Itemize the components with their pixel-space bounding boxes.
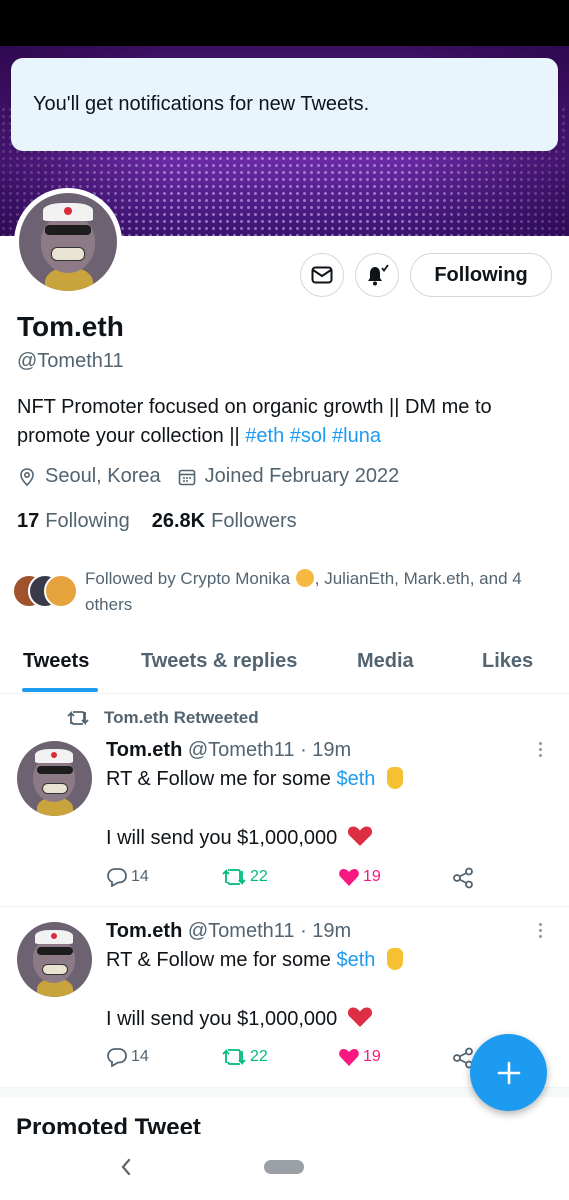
following-count-link[interactable]: 17 Following [17,510,130,533]
retweet-icon [67,710,89,726]
mail-icon [311,266,333,284]
more-icon[interactable] [536,742,544,757]
hashtag-link[interactable]: #sol [290,425,327,447]
share-button[interactable] [452,867,477,889]
follow-counts: 17 Following 26.8K Followers [17,510,297,533]
system-nav-bar [0,1134,569,1200]
tab-tweets[interactable]: Tweets [23,650,89,673]
cashtag-link[interactable]: $eth [336,768,375,790]
active-tab-indicator [22,688,98,692]
profile-name: Tom.eth [17,311,124,342]
tweet-author-handle[interactable]: @Tometh11 [188,920,295,942]
avatar [44,574,78,608]
profile-avatar[interactable] [14,188,122,296]
profile-tabs: Tweets Tweets & replies Media Likes [0,640,569,694]
location-text: Seoul, Korea [45,465,161,487]
tab-likes[interactable]: Likes [482,650,533,673]
followed-by-avatars [12,572,82,610]
status-bar [0,0,569,46]
toast-text: You'll get notifications for new Tweets. [33,93,370,115]
more-icon[interactable] [536,923,544,938]
followers-count: 26.8K [151,510,206,532]
tweet-author-name[interactable]: Tom.eth [106,739,182,761]
profile-bio: NFT Promoter focused on organic growth |… [17,393,557,451]
like-button[interactable]: 19 [338,867,381,887]
tweet-text: RT & Follow me for some $eth [106,767,403,791]
emoji-icon [295,569,314,587]
retweet-icon [222,868,246,886]
notification-toast: You'll get notifications for new Tweets. [11,58,558,151]
bell-check-icon [368,264,389,286]
hashtag-link[interactable]: #luna [332,425,381,447]
reply-icon [107,1048,127,1067]
tab-tweets-replies[interactable]: Tweets & replies [141,650,297,673]
heart-icon [339,868,359,886]
notifications-button[interactable] [355,253,399,297]
tweet-avatar[interactable] [17,922,92,997]
red-heart-emoji-icon [347,1007,372,1027]
cashtag-link[interactable]: $eth [336,949,375,971]
tweet-divider [0,906,569,907]
followers-count-link[interactable]: 26.8K Followers [152,510,297,533]
red-heart-emoji-icon [347,826,372,846]
tweet-time: · 19m [300,920,352,942]
tweet-avatar[interactable] [17,741,92,816]
reply-button[interactable]: 14 [106,867,149,887]
tweet-actions: 14 22 19 [106,867,486,891]
compose-plus-icon [497,1061,520,1084]
reply-button[interactable]: 14 [106,1047,149,1067]
retweet-context[interactable]: Tom.eth Retweeted [66,708,259,728]
tweet-author-handle[interactable]: @Tometh11 [188,739,295,761]
compose-tweet-button[interactable] [470,1034,547,1111]
nav-back-icon[interactable] [118,1154,134,1180]
tweet-actions: 14 22 19 [106,1047,486,1071]
joined-text: Joined February 2022 [204,465,400,487]
hashtag-link[interactable]: #eth [245,425,284,447]
reply-icon [107,868,127,887]
profile-handle: @Tometh11 [17,350,124,372]
tweet-text: I will send you $1,000,000 [106,1006,373,1031]
message-button[interactable] [300,253,344,297]
followed-by-text[interactable]: Followed by Crypto Monika , JulianEth, M… [85,566,555,618]
nav-home-pill[interactable] [264,1160,304,1174]
following-button[interactable]: Following [410,253,552,297]
tab-media[interactable]: Media [357,650,414,673]
share-icon [453,867,473,889]
heart-icon [339,1048,359,1066]
tweet-header: Tom.eth @Tometh11 · 19m [106,920,351,943]
location-pin-icon [20,467,34,486]
calendar-icon [178,469,195,485]
following-count: 17 [17,510,40,532]
tweet-time: · 19m [300,739,352,761]
tweet-text: RT & Follow me for some $eth [106,948,403,972]
tweet-author-name[interactable]: Tom.eth [106,920,182,942]
like-button[interactable]: 19 [338,1047,381,1067]
retweet-icon [222,1048,246,1066]
pointing-down-emoji-icon [386,767,403,789]
retweet-button[interactable]: 22 [221,867,268,887]
tweet-text: I will send you $1,000,000 [106,825,373,850]
pointing-down-emoji-icon [386,948,403,970]
tweet-header: Tom.eth @Tometh11 · 19m [106,739,351,762]
retweet-button[interactable]: 22 [221,1047,268,1067]
promoted-tweet-heading: Promoted Tweet [16,1114,201,1134]
profile-meta: Seoul, Korea Joined February 2022 [17,465,399,488]
